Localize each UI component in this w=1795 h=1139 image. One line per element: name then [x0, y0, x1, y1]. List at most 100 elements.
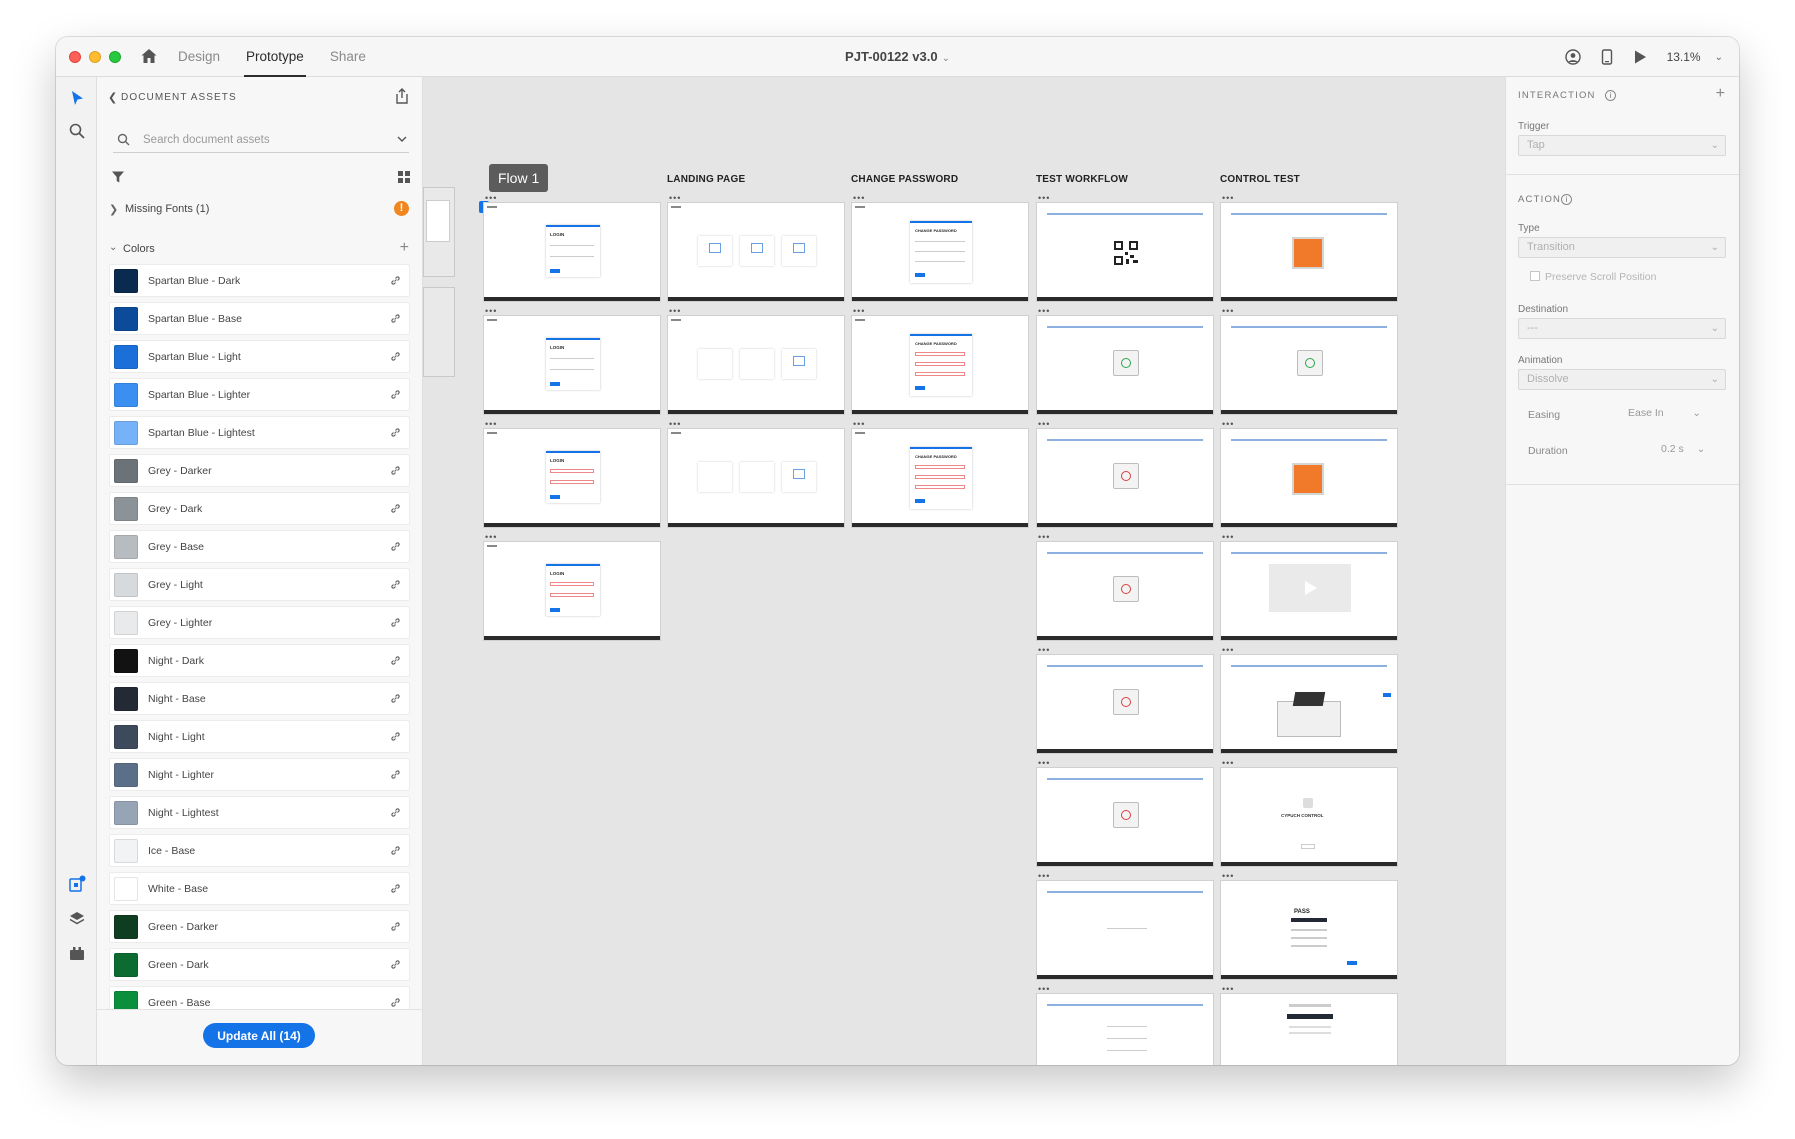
link-icon[interactable]	[390, 313, 401, 324]
color-swatch[interactable]	[114, 839, 138, 863]
flow-label[interactable]: Flow 1	[489, 164, 549, 192]
canvas[interactable]: Flow 1 LANDING PAGE CHANGE PASSWORD TEST…	[423, 77, 1505, 1065]
link-icon[interactable]	[390, 997, 401, 1008]
color-row[interactable]: Grey - Dark	[109, 492, 410, 525]
tab-share[interactable]: Share	[328, 37, 368, 77]
color-swatch[interactable]	[114, 535, 138, 559]
close-window-button[interactable]	[69, 51, 81, 63]
color-swatch[interactable]	[114, 915, 138, 939]
color-row[interactable]: Green - Base	[109, 986, 410, 1009]
search-input[interactable]	[143, 130, 373, 150]
artboard-control-test-7[interactable]: ••• PASS	[1220, 872, 1398, 980]
grid-view-icon[interactable]	[398, 171, 410, 183]
colors-section-header[interactable]: ⌄ Colors +	[109, 239, 409, 259]
add-color-icon[interactable]: +	[400, 239, 409, 257]
artboard-landing-1[interactable]: •••	[667, 194, 845, 302]
color-swatch[interactable]	[114, 763, 138, 787]
link-icon[interactable]	[390, 807, 401, 818]
destination-select[interactable]: --- ⌄	[1518, 318, 1726, 339]
chevron-down-icon[interactable]	[397, 135, 407, 143]
add-interaction-icon[interactable]: +	[1716, 85, 1725, 103]
link-icon[interactable]	[390, 275, 401, 286]
artboard-test-workflow-2[interactable]: •••	[1036, 307, 1214, 415]
color-row[interactable]: Grey - Base	[109, 530, 410, 563]
artboard-change-password-3[interactable]: ••• CHANGE PASSWORD	[851, 420, 1029, 528]
link-icon[interactable]	[390, 465, 401, 476]
minimize-window-button[interactable]	[89, 51, 101, 63]
document-assets-icon[interactable]	[68, 875, 86, 893]
color-row[interactable]: Green - Darker	[109, 910, 410, 943]
link-icon[interactable]	[390, 845, 401, 856]
color-swatch[interactable]	[114, 269, 138, 293]
link-icon[interactable]	[390, 427, 401, 438]
artboard-landing-3[interactable]: •••	[667, 420, 845, 528]
artboard-test-workflow-1[interactable]: •••	[1036, 194, 1214, 302]
color-swatch[interactable]	[114, 953, 138, 977]
artboard-landing-2[interactable]: •••	[667, 307, 845, 415]
offscreen-artboard[interactable]	[423, 287, 455, 377]
color-swatch[interactable]	[114, 801, 138, 825]
link-icon[interactable]	[390, 769, 401, 780]
color-swatch[interactable]	[114, 421, 138, 445]
duration-select[interactable]: 0.2 s ⌄	[1661, 443, 1705, 455]
artboard-test-workflow-3[interactable]: •••	[1036, 420, 1214, 528]
artboard-login-2[interactable]: ••• LOGIN	[483, 307, 661, 415]
color-row[interactable]: Night - Base	[109, 682, 410, 715]
tab-prototype[interactable]: Prototype	[244, 37, 306, 77]
zoom-control[interactable]: 13.1% ⌄	[1667, 50, 1723, 64]
info-icon[interactable]: i	[1605, 90, 1616, 101]
color-row[interactable]: Ice - Base	[109, 834, 410, 867]
color-swatch[interactable]	[114, 573, 138, 597]
animation-select[interactable]: Dissolve ⌄	[1518, 369, 1726, 390]
link-icon[interactable]	[390, 655, 401, 666]
artboard-control-test-1[interactable]: •••	[1220, 194, 1398, 302]
color-swatch[interactable]	[114, 459, 138, 483]
artboard-control-test-3[interactable]: •••	[1220, 420, 1398, 528]
color-swatch[interactable]	[114, 345, 138, 369]
missing-fonts-row[interactable]: ❯ Missing Fonts (1) !	[109, 201, 409, 219]
filter-icon[interactable]	[111, 170, 125, 184]
type-select[interactable]: Transition ⌄	[1518, 237, 1726, 258]
back-chevron-icon[interactable]: ❮	[108, 91, 117, 104]
home-icon[interactable]	[140, 47, 158, 65]
link-icon[interactable]	[390, 389, 401, 400]
artboard-control-test-4[interactable]: •••	[1220, 533, 1398, 641]
color-swatch[interactable]	[114, 877, 138, 901]
color-row[interactable]: Spartan Blue - Lightest	[109, 416, 410, 449]
artboard-test-workflow-4[interactable]: •••	[1036, 533, 1214, 641]
color-swatch[interactable]	[114, 687, 138, 711]
color-swatch[interactable]	[114, 991, 138, 1009]
plugins-icon[interactable]	[68, 944, 86, 962]
artboard-login-3[interactable]: ••• LOGIN	[483, 420, 661, 528]
device-preview-icon[interactable]	[1601, 49, 1613, 65]
color-swatch[interactable]	[114, 383, 138, 407]
info-icon[interactable]: i	[1561, 194, 1572, 205]
artboard-login-4[interactable]: ••• LOGIN	[483, 533, 661, 641]
link-icon[interactable]	[390, 693, 401, 704]
color-row[interactable]: White - Base	[109, 872, 410, 905]
color-row[interactable]: Spartan Blue - Lighter	[109, 378, 410, 411]
link-icon[interactable]	[390, 921, 401, 932]
tab-design[interactable]: Design	[176, 37, 222, 77]
color-row[interactable]: Grey - Lighter	[109, 606, 410, 639]
color-row[interactable]: Night - Lighter	[109, 758, 410, 791]
artboard-test-workflow-6[interactable]: •••	[1036, 759, 1214, 867]
artboard-test-workflow-7[interactable]: •••	[1036, 872, 1214, 980]
color-row[interactable]: Grey - Light	[109, 568, 410, 601]
color-swatch[interactable]	[114, 307, 138, 331]
color-swatch[interactable]	[114, 611, 138, 635]
artboard-control-test-8[interactable]: •••	[1220, 985, 1398, 1065]
color-swatch[interactable]	[114, 497, 138, 521]
color-row[interactable]: Night - Light	[109, 720, 410, 753]
link-icon[interactable]	[390, 541, 401, 552]
artboard-change-password-2[interactable]: ••• CHANGE PASSWORD	[851, 307, 1029, 415]
play-icon[interactable]	[1633, 49, 1647, 65]
link-icon[interactable]	[390, 579, 401, 590]
layers-icon[interactable]	[68, 910, 86, 928]
color-row[interactable]: Night - Lightest	[109, 796, 410, 829]
share-icon[interactable]	[394, 87, 410, 105]
artboard-change-password-1[interactable]: ••• CHANGE PASSWORD	[851, 194, 1029, 302]
artboard-control-test-6[interactable]: ••• CYPUCH CONTROL	[1220, 759, 1398, 867]
maximize-window-button[interactable]	[109, 51, 121, 63]
trigger-select[interactable]: Tap ⌄	[1518, 135, 1726, 156]
